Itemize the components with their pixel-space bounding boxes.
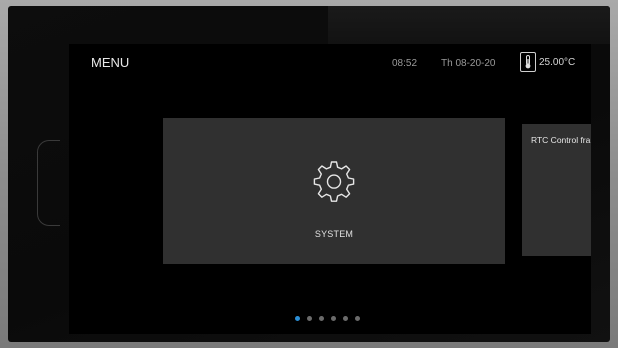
system-card[interactable]: SYSTEM <box>163 118 505 264</box>
page-dot-1[interactable] <box>295 316 300 321</box>
thermometer-icon <box>520 52 536 72</box>
touch-screen: MENU 08:52 Th 08-20-20 25.00°C SYSTEM RT… <box>69 44 591 334</box>
status-temperature: 25.00°C <box>539 56 576 68</box>
status-time: 08:52 <box>392 58 418 69</box>
bezel-reflection <box>328 6 610 44</box>
system-card-label: SYSTEM <box>314 229 354 239</box>
gear-icon <box>311 158 357 204</box>
page-title: MENU <box>91 55 130 70</box>
page-indicator <box>295 316 360 321</box>
page-dot-2[interactable] <box>307 316 312 321</box>
temperature-indicator: 25.00°C <box>520 52 575 72</box>
rtc-control-card[interactable]: RTC Control fra <box>522 124 591 256</box>
page-dot-3[interactable] <box>319 316 324 321</box>
page-dot-5[interactable] <box>343 316 348 321</box>
page-dot-6[interactable] <box>355 316 360 321</box>
rtc-control-card-label: RTC Control fra <box>531 135 591 145</box>
side-handle <box>37 140 60 226</box>
page-dot-4[interactable] <box>331 316 336 321</box>
device-frame: MENU 08:52 Th 08-20-20 25.00°C SYSTEM RT… <box>0 0 618 348</box>
status-date: Th 08-20-20 <box>441 58 496 69</box>
device-bezel: MENU 08:52 Th 08-20-20 25.00°C SYSTEM RT… <box>8 6 610 342</box>
